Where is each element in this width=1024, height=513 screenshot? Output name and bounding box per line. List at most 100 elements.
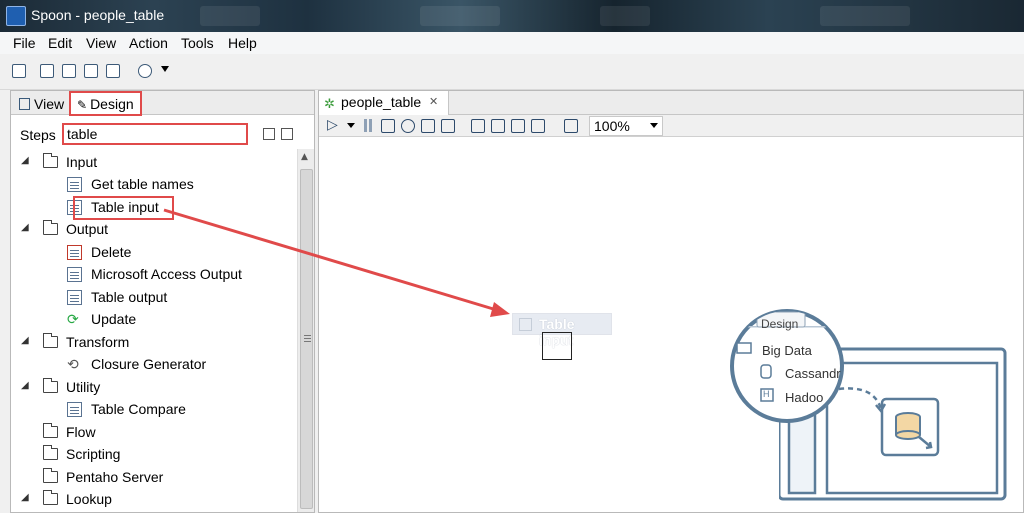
save-as-icon[interactable] xyxy=(106,64,120,78)
open-file-icon[interactable] xyxy=(40,64,54,78)
title-bar: Spoon - people_table xyxy=(0,0,1024,32)
tree-label: Flow xyxy=(66,424,96,440)
tab-people-table[interactable]: ✲ people_table ✕ xyxy=(319,91,449,115)
background-decoration xyxy=(600,6,650,26)
background-decoration xyxy=(820,6,910,26)
pause-icon[interactable] xyxy=(364,119,367,132)
save-icon[interactable] xyxy=(84,64,98,78)
transformation-icon: ✲ xyxy=(324,96,335,111)
show-results-icon[interactable] xyxy=(564,119,578,133)
lens-folder-label: Big Data xyxy=(762,343,812,358)
collapse-all-icon[interactable] xyxy=(263,128,275,140)
folder-icon xyxy=(42,468,58,483)
run-dropdown-icon[interactable] xyxy=(347,123,355,128)
editor-toolbar: ▷ 100% xyxy=(319,115,1023,137)
tree-label: Lookup xyxy=(66,491,112,507)
zoom-dropdown-icon[interactable] xyxy=(650,123,658,128)
access-output-icon xyxy=(67,267,82,282)
view-icon xyxy=(19,98,30,110)
delete-icon xyxy=(67,245,82,260)
folder-icon xyxy=(42,423,58,438)
tree-label: Utility xyxy=(66,379,101,395)
closure-generator-icon: ⟲ xyxy=(67,356,79,372)
tree-label: Closure Generator xyxy=(91,356,207,372)
steps-search-row: Steps xyxy=(11,121,314,147)
steps-search-input[interactable] xyxy=(62,123,248,145)
background-decoration xyxy=(420,6,500,26)
tab-label: people_table xyxy=(341,94,422,110)
folder-icon xyxy=(42,333,58,348)
menu-file[interactable]: File xyxy=(13,35,36,51)
tab-design-label: Design xyxy=(90,96,134,112)
expanded-arrow-icon[interactable]: ◢ xyxy=(21,222,29,233)
steps-panel: View ✎Design Steps ◢ Input Get table nam… xyxy=(10,90,315,513)
scroll-grip xyxy=(304,335,311,336)
pencil-icon: ✎ xyxy=(77,98,88,112)
lens-tab-label: Design xyxy=(761,317,799,331)
table-compare-icon xyxy=(67,402,82,417)
preview-icon[interactable] xyxy=(401,119,415,133)
run-icon[interactable]: ▷ xyxy=(327,117,338,133)
perspective-layers-icon[interactable] xyxy=(138,64,152,78)
replay-icon[interactable] xyxy=(441,119,455,133)
expand-all-icon[interactable] xyxy=(281,128,293,140)
tree-label: Output xyxy=(66,221,109,237)
transformation-editor: ✲ people_table ✕ ▷ 100% Table input xyxy=(318,90,1024,513)
steps-label: Steps xyxy=(20,127,56,143)
tree-label: Get table names xyxy=(91,176,194,192)
editor-tabs: ✲ people_table ✕ xyxy=(319,91,1023,115)
tree-label: Input xyxy=(66,154,98,170)
folder-icon xyxy=(42,445,58,460)
menu-view[interactable]: View xyxy=(86,35,116,51)
menu-edit[interactable]: Edit xyxy=(48,35,72,51)
tree-label: Scripting xyxy=(66,446,121,462)
debug-icon[interactable] xyxy=(421,119,435,133)
scroll-thumb[interactable] xyxy=(300,169,313,509)
stop-icon[interactable] xyxy=(381,119,395,133)
table-input-icon xyxy=(519,318,532,331)
expanded-arrow-icon[interactable]: ◢ xyxy=(21,492,29,503)
sql-icon[interactable] xyxy=(511,119,525,133)
expanded-arrow-icon[interactable]: ◢ xyxy=(21,335,29,346)
spoon-app-icon xyxy=(6,6,26,26)
zoom-value: 100% xyxy=(594,118,630,134)
table-input-highlight xyxy=(73,196,174,220)
tab-view-label: View xyxy=(34,96,65,112)
close-tab-icon[interactable]: ✕ xyxy=(429,95,438,108)
tree-label: Pentaho Server xyxy=(66,469,164,485)
menu-tools[interactable]: Tools xyxy=(181,35,214,51)
update-refresh-icon: ⟳ xyxy=(67,311,79,327)
folder-icon xyxy=(42,378,58,393)
background-decoration xyxy=(200,6,260,26)
verify-icon[interactable] xyxy=(471,119,485,133)
folder-icon xyxy=(42,490,58,505)
hadoop-h-icon: H xyxy=(763,389,770,399)
tree-label: Microsoft Access Output xyxy=(91,266,242,282)
explore-repository-icon[interactable] xyxy=(62,64,76,78)
menu-help[interactable]: Help xyxy=(228,35,257,51)
tree-label: Table Compare xyxy=(91,401,186,417)
impact-icon[interactable] xyxy=(491,119,505,133)
tab-design[interactable]: ✎ Design xyxy=(69,91,142,116)
expanded-arrow-icon[interactable]: ◢ xyxy=(21,380,29,391)
new-file-icon[interactable] xyxy=(12,64,26,78)
perspective-dropdown-icon[interactable] xyxy=(161,66,169,72)
explore-db-icon[interactable] xyxy=(531,119,545,133)
zoom-select[interactable]: 100% xyxy=(589,116,663,136)
folder-icon xyxy=(42,220,58,235)
scroll-up-icon[interactable]: ▲ xyxy=(301,152,308,162)
tab-view[interactable]: View xyxy=(13,93,70,115)
menu-action[interactable]: Action xyxy=(129,35,168,51)
get-table-names-icon xyxy=(67,177,82,192)
expanded-arrow-icon[interactable]: ◢ xyxy=(21,155,29,166)
folder-icon xyxy=(42,153,58,168)
steps-tools xyxy=(263,128,303,142)
lens-item1-label: Cassandr xyxy=(785,366,841,381)
tree-label: Delete xyxy=(91,244,132,260)
window-title: Spoon - people_table xyxy=(31,7,165,23)
lens-item2-label: Hadoo xyxy=(785,390,824,405)
tree-scrollbar[interactable]: ▲ xyxy=(297,149,314,512)
transformation-canvas[interactable]: Table input xyxy=(319,137,1023,512)
tree-label: Update xyxy=(91,311,137,327)
table-output-icon xyxy=(67,290,82,305)
